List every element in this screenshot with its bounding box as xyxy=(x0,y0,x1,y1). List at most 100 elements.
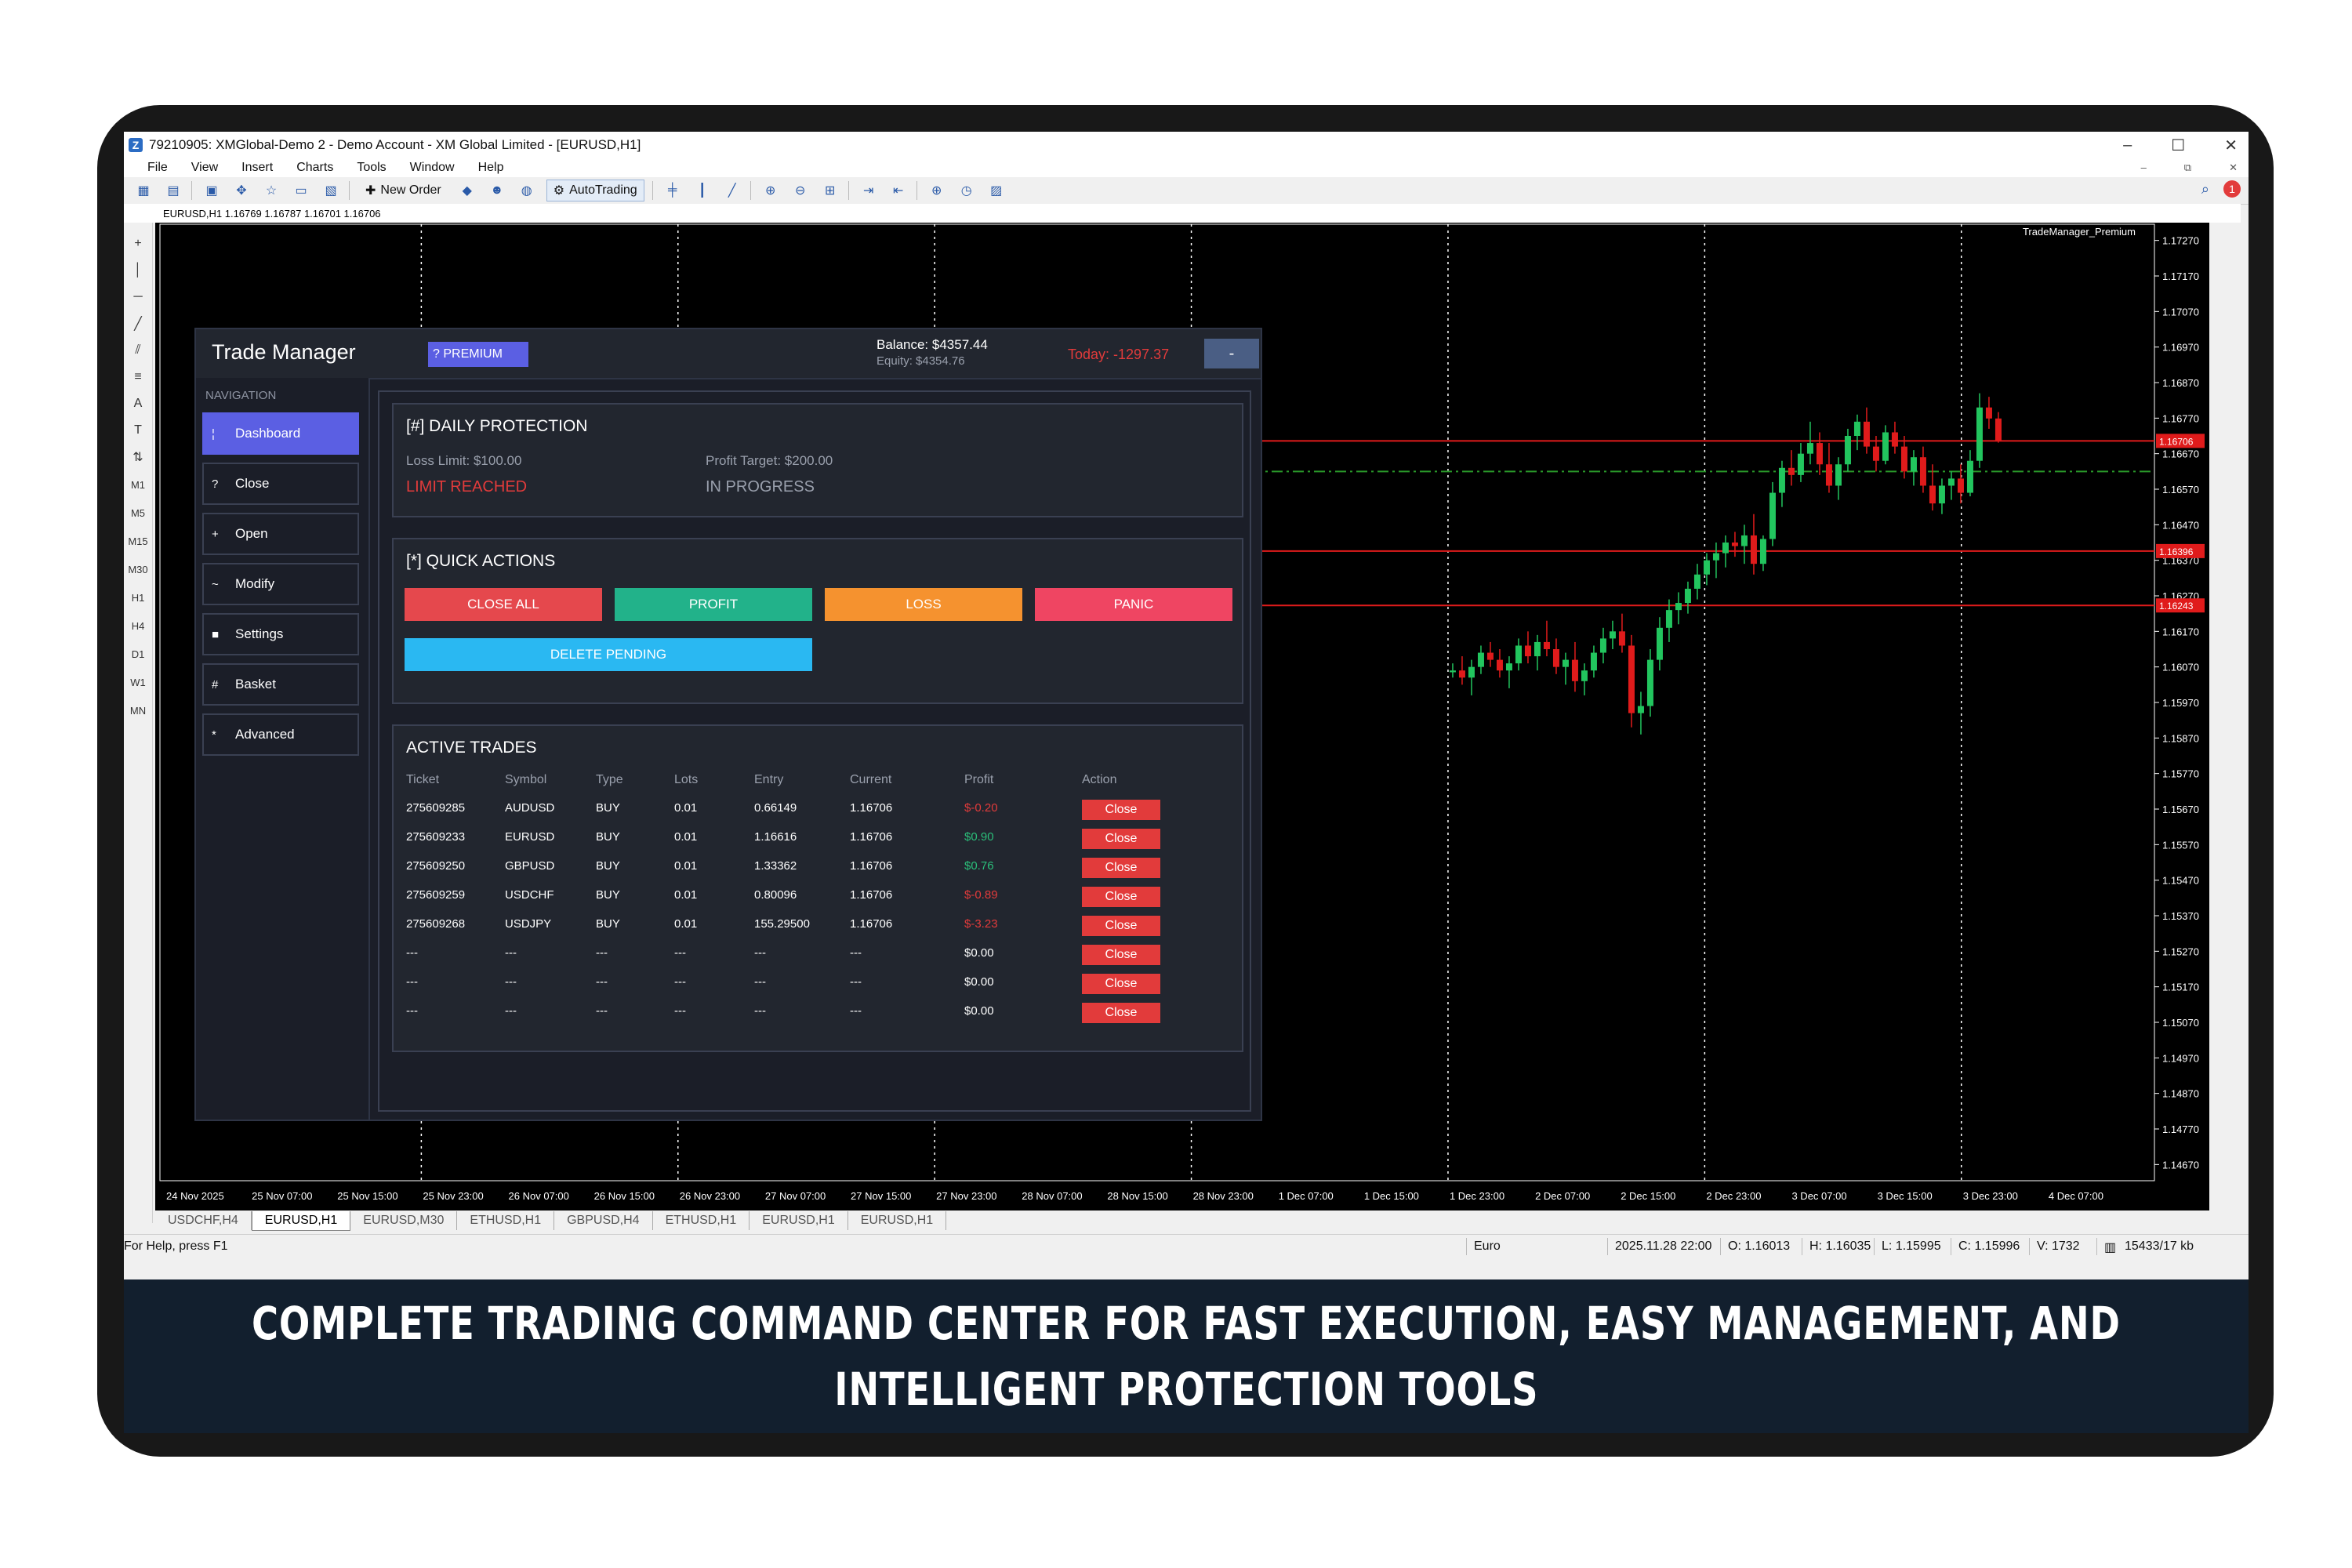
chart-tab[interactable]: USDCHF,H4 xyxy=(155,1211,252,1230)
signals-icon[interactable]: ☻ xyxy=(487,181,507,200)
menu-tools[interactable]: Tools xyxy=(357,161,386,175)
tile-windows-icon[interactable]: ⊞ xyxy=(820,181,840,200)
navigator-icon[interactable]: ☆ xyxy=(261,181,281,200)
menu-help[interactable]: Help xyxy=(478,161,504,175)
loss-button[interactable]: LOSS xyxy=(825,588,1022,621)
window-title: 79210905: XMGlobal-Demo 2 - Demo Account… xyxy=(149,137,641,152)
templates-icon[interactable]: ▨ xyxy=(986,181,1007,200)
trade-symbol-cell: --- xyxy=(505,946,517,960)
text-icon[interactable]: A xyxy=(124,390,152,417)
nav-item-open[interactable]: + Open xyxy=(202,513,359,555)
close-trade-button[interactable]: Close xyxy=(1082,800,1160,820)
nav-item-settings[interactable]: ■ Settings xyxy=(202,613,359,655)
time-axis-label: 4 Dec 07:00 xyxy=(2049,1190,2103,1202)
menu-view[interactable]: View xyxy=(191,161,218,175)
trendline-icon[interactable]: ╱ xyxy=(124,310,152,337)
profit-button[interactable]: PROFIT xyxy=(615,588,812,621)
timeframe-h1[interactable]: H1 xyxy=(124,583,152,612)
nav-item-close[interactable]: ? Close xyxy=(202,463,359,505)
mdi-minimize-button[interactable]: – xyxy=(2141,162,2147,174)
chart-tab[interactable]: ETHUSD,H1 xyxy=(653,1211,750,1230)
chart-tab[interactable]: ETHUSD,H1 xyxy=(457,1211,555,1230)
chart-ohlc-text: EURUSD,H1 1.16769 1.16787 1.16701 1.1670… xyxy=(163,207,381,220)
chart-tab[interactable]: GBPUSD,H4 xyxy=(554,1211,653,1230)
timeframe-w1[interactable]: W1 xyxy=(124,668,152,696)
horizontal-line-icon[interactable]: ─ xyxy=(124,284,152,310)
notification-badge[interactable]: 1 xyxy=(2223,180,2241,198)
arrows-icon[interactable]: ⇅ xyxy=(124,444,152,470)
menu-charts[interactable]: Charts xyxy=(296,161,333,175)
price-level-label: 1.16243 xyxy=(2159,601,2194,612)
market-icon[interactable]: ◍ xyxy=(517,181,537,200)
timeframe-m15[interactable]: M15 xyxy=(124,527,152,555)
close-trade-button[interactable]: Close xyxy=(1082,945,1160,965)
timeframe-mn[interactable]: MN xyxy=(124,696,152,724)
channel-icon[interactable]: ⫽ xyxy=(124,337,152,364)
vertical-line-icon[interactable]: │ xyxy=(124,257,152,284)
status-traffic: 15433/17 kb xyxy=(2125,1240,2194,1253)
panic-button[interactable]: PANIC xyxy=(1035,588,1232,621)
close-trade-button[interactable]: Close xyxy=(1082,974,1160,994)
price-chart[interactable]: 24 Nov 2025 25 Nov 07:00 25 Nov 15:00 25 No… xyxy=(155,223,2209,1210)
strategy-tester-icon[interactable]: ▧ xyxy=(321,181,341,200)
candle-body xyxy=(1628,645,1635,713)
metaeditor-icon[interactable]: ◆ xyxy=(457,181,477,200)
chart-tab[interactable]: EURUSD,H1 xyxy=(251,1210,351,1231)
menu-window[interactable]: Window xyxy=(410,161,455,175)
mdi-restore-button[interactable]: ⧉ xyxy=(2184,162,2191,174)
line-chart-icon[interactable]: ╱ xyxy=(722,181,742,200)
candle-body xyxy=(1486,652,1494,660)
zoom-out-icon[interactable]: ⊖ xyxy=(790,181,811,200)
close-trade-button[interactable]: Close xyxy=(1082,916,1160,936)
nav-item-basket[interactable]: # Basket xyxy=(202,663,359,706)
candlestick-icon[interactable]: ┃ xyxy=(692,181,713,200)
trade-symbol-cell: USDJPY xyxy=(505,917,552,931)
minimize-button[interactable]: – xyxy=(2123,136,2132,154)
timeframe-d1[interactable]: D1 xyxy=(124,640,152,668)
close-window-button[interactable]: ✕ xyxy=(2224,136,2238,155)
market-watch-icon[interactable]: ▣ xyxy=(201,181,222,200)
menu-insert[interactable]: Insert xyxy=(241,161,273,175)
chart-tab[interactable]: EURUSD,H1 xyxy=(750,1211,848,1230)
trade-profit-cell: $-3.23 xyxy=(964,917,998,931)
zoom-in-icon[interactable]: ⊕ xyxy=(760,181,781,200)
autoscroll-icon[interactable]: ⇥ xyxy=(858,181,879,200)
nav-item-advanced[interactable]: * Advanced xyxy=(202,713,359,756)
chart-tab[interactable]: EURUSD,M30 xyxy=(350,1211,458,1230)
periods-icon[interactable]: ◷ xyxy=(956,181,977,200)
new-order-button[interactable]: ✚ New Order xyxy=(359,180,448,201)
menu-file[interactable]: File xyxy=(147,161,168,175)
table-header: Current xyxy=(850,773,892,786)
timeframe-m1[interactable]: M1 xyxy=(124,470,152,499)
close-trade-button[interactable]: Close xyxy=(1082,858,1160,878)
timeframe-h4[interactable]: H4 xyxy=(124,612,152,640)
chart-shift-icon[interactable]: ⇤ xyxy=(888,181,909,200)
indicators-icon[interactable]: ⊕ xyxy=(927,181,947,200)
close-all-button[interactable]: CLOSE ALL xyxy=(405,588,602,621)
delete-pending-button[interactable]: DELETE PENDING xyxy=(405,638,812,671)
minimize-panel-button[interactable]: - xyxy=(1204,339,1259,368)
nav-item-modify[interactable]: ~ Modify xyxy=(202,563,359,605)
timeframe-m30[interactable]: M30 xyxy=(124,555,152,583)
nav-item-dashboard[interactable]: ¦ Dashboard xyxy=(202,412,359,455)
chart-tab[interactable]: EURUSD,H1 xyxy=(848,1211,947,1230)
close-trade-button[interactable]: Close xyxy=(1082,887,1160,907)
crosshair-icon[interactable]: + xyxy=(124,230,152,257)
new-chart-icon[interactable]: ▦ xyxy=(133,181,154,200)
mdi-close-button[interactable]: ✕ xyxy=(2229,162,2238,174)
search-icon[interactable]: ⌕ xyxy=(2201,181,2209,198)
connection-icon: ▥ xyxy=(2104,1241,2117,1254)
close-trade-button[interactable]: Close xyxy=(1082,1003,1160,1023)
bar-chart-icon[interactable]: ╪ xyxy=(662,181,683,200)
label-icon[interactable]: T xyxy=(124,417,152,444)
maximize-button[interactable]: ☐ xyxy=(2171,136,2185,155)
terminal-icon[interactable]: ▭ xyxy=(291,181,311,200)
candle-body xyxy=(1562,659,1569,667)
profiles-icon[interactable]: ▤ xyxy=(163,181,183,200)
timeframe-m5[interactable]: M5 xyxy=(124,499,152,527)
fibonacci-icon[interactable]: ≡ xyxy=(124,364,152,390)
data-window-icon[interactable]: ✥ xyxy=(231,181,252,200)
autotrading-button[interactable]: ⚙ AutoTrading xyxy=(546,180,644,201)
close-trade-button[interactable]: Close xyxy=(1082,829,1160,849)
price-axis-label: 1.15070 xyxy=(2162,1017,2199,1029)
